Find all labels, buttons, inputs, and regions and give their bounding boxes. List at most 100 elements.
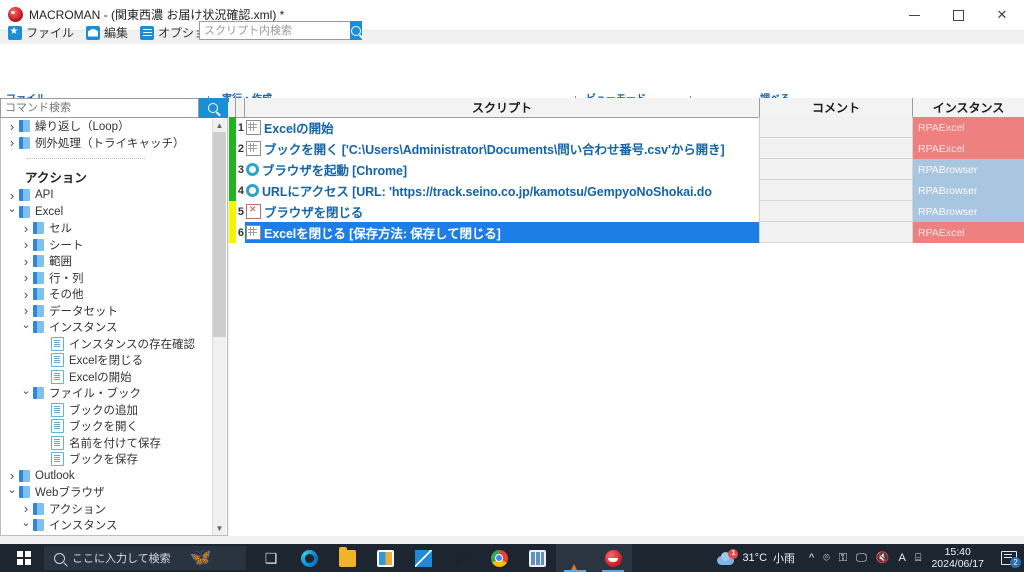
chevron-down-icon[interactable] (19, 388, 33, 399)
chevron-right-icon[interactable] (5, 189, 19, 202)
paint-button[interactable]: 🖌 (442, 544, 480, 572)
weather-widget[interactable]: 1 31°C 小雨 (716, 548, 795, 566)
chevron-right-icon[interactable] (19, 502, 33, 515)
chevron-right-icon[interactable] (5, 120, 19, 133)
script-search-button[interactable] (350, 21, 362, 40)
tree-node[interactable]: セル (1, 220, 215, 237)
scroll-thumb[interactable] (213, 132, 226, 337)
chevron-down-icon[interactable] (19, 322, 33, 333)
task-view-button[interactable]: ❑ (252, 544, 290, 572)
row-instance-cell[interactable]: RPAExcel (913, 117, 1024, 138)
start-button[interactable] (4, 544, 44, 572)
tree-node[interactable]: その他 (1, 286, 215, 303)
row-script-cell[interactable]: ブラウザを起動 [Chrome] (245, 159, 760, 180)
row-comment-cell[interactable] (760, 201, 913, 222)
chevron-right-icon[interactable] (5, 469, 19, 482)
display-icon[interactable]: 🖵 (856, 552, 867, 564)
row-instance-cell[interactable]: RPABrowser (913, 201, 1024, 222)
chevron-down-icon[interactable] (5, 487, 19, 498)
row-instance-cell[interactable]: RPAExcel (913, 222, 1024, 243)
ime-mode-icon[interactable]: A (898, 552, 905, 564)
tree-node[interactable]: Excel (1, 204, 215, 221)
row-instance-cell[interactable]: RPAExcel (913, 138, 1024, 159)
notification-center-button[interactable]: 2 (994, 544, 1024, 572)
table-row[interactable]: 5 ブラウザを閉じる RPABrowser (229, 201, 1024, 222)
chevron-down-icon[interactable] (19, 520, 33, 531)
tree-node[interactable]: インスタンス (1, 517, 215, 534)
volume-mute-icon[interactable]: 🔇 (876, 552, 890, 564)
script-grid-empty-area[interactable] (229, 243, 1024, 536)
chevron-right-icon[interactable] (19, 288, 33, 301)
row-comment-cell[interactable] (760, 159, 913, 180)
chevron-right-icon[interactable] (19, 304, 33, 317)
row-script-cell[interactable]: ブックを開く ['C:\Users\Administrator\Document… (245, 138, 760, 159)
scroll-up-arrow-icon[interactable]: ▲ (213, 119, 226, 132)
tree-node[interactable]: Outlook (1, 468, 215, 485)
close-button[interactable]: ✕ (980, 0, 1024, 30)
row-comment-cell[interactable] (760, 222, 913, 243)
menu-item-file[interactable]: ファイル (4, 22, 82, 43)
tree-node[interactable]: Excelを閉じる (1, 352, 215, 369)
tree-node[interactable]: API (1, 187, 215, 204)
taskbar-search-box[interactable]: ここに入力して検索 (44, 546, 246, 570)
tree-node[interactable]: アクション (1, 501, 215, 518)
grid-header-instance[interactable]: インスタンス (913, 98, 1024, 117)
command-search-box[interactable] (0, 98, 228, 118)
row-script-cell[interactable]: ブラウザを閉じる (245, 201, 760, 222)
tree-node[interactable]: 行・列 (1, 270, 215, 287)
row-instance-cell[interactable]: RPABrowser (913, 159, 1024, 180)
table-row[interactable]: 3 ブラウザを起動 [Chrome] RPABrowser (229, 159, 1024, 180)
macroman-taskbar-button[interactable] (594, 544, 632, 572)
tree-node[interactable]: ブックを保存 (1, 451, 215, 468)
tree-node[interactable]: 名前を付けて保存 (1, 435, 215, 452)
chevron-right-icon[interactable] (5, 136, 19, 149)
table-row[interactable]: 6 Excelを閉じる [保存方法: 保存して閉じる] RPAExcel (229, 222, 1024, 243)
chevron-down-icon[interactable] (5, 206, 19, 217)
vlc-button[interactable] (556, 544, 594, 572)
table-row[interactable]: 1 Excelの開始 RPAExcel (229, 117, 1024, 138)
tree-node[interactable]: インスタンス (1, 319, 215, 336)
chevron-right-icon[interactable] (19, 222, 33, 235)
row-comment-cell[interactable] (760, 138, 913, 159)
table-row[interactable]: 2 ブックを開く ['C:\Users\Administrator\Documen… (229, 138, 1024, 159)
row-instance-cell[interactable]: RPABrowser (913, 180, 1024, 201)
menu-item-edit[interactable]: 編集 (82, 22, 136, 43)
tree-node[interactable]: 繰り返し（Loop） (1, 118, 215, 135)
ime-tool-icon[interactable]: ⌸ (915, 552, 922, 564)
script-search-input[interactable] (199, 21, 350, 40)
microsoft-store-button[interactable] (366, 544, 404, 572)
chevron-right-icon[interactable] (19, 271, 33, 284)
tree-node[interactable]: インスタンスの存在確認 (1, 534, 215, 535)
maximize-button[interactable] (936, 0, 980, 30)
row-script-cell[interactable]: Excelの開始 (245, 117, 760, 138)
tree-node[interactable]: データセット (1, 303, 215, 320)
chevron-right-icon[interactable] (19, 238, 33, 251)
taskbar-clock[interactable]: 15:40 2024/06/17 (931, 546, 984, 570)
tree-node[interactable]: シート (1, 237, 215, 254)
tree-node[interactable]: ブックを開く (1, 418, 215, 435)
grid-header-comment[interactable]: コメント (760, 98, 913, 117)
row-comment-cell[interactable] (760, 117, 913, 138)
key-icon[interactable]: ⚿ (839, 552, 847, 564)
chrome-button[interactable] (480, 544, 518, 572)
table-row[interactable]: 4 URLにアクセス [URL: 'https://track.seino.co.… (229, 180, 1024, 201)
camera-icon[interactable]: ⌾ (823, 552, 830, 564)
tree-node[interactable]: 範囲 (1, 253, 215, 270)
tray-expand-icon[interactable]: ^ (809, 552, 814, 564)
tree-node[interactable]: 例外処理（トライキャッチ） (1, 135, 215, 152)
tree-node[interactable]: ブックの追加 (1, 402, 215, 419)
tree-node[interactable]: インスタンスの存在確認 (1, 336, 215, 353)
tree-scrollbar[interactable]: ▲ ▼ (212, 119, 226, 535)
calculator-button[interactable] (518, 544, 556, 572)
edge-button[interactable] (290, 544, 328, 572)
tree-node[interactable]: Webブラウザ (1, 484, 215, 501)
scroll-down-arrow-icon[interactable]: ▼ (213, 522, 226, 535)
command-search-input[interactable] (0, 98, 199, 118)
tree-node[interactable]: Excelの開始 (1, 369, 215, 386)
grid-header-script[interactable]: スクリプト (245, 98, 760, 117)
row-comment-cell[interactable] (760, 180, 913, 201)
row-script-cell[interactable]: Excelを閉じる [保存方法: 保存して閉じる] (245, 222, 760, 243)
script-search-box[interactable] (199, 21, 362, 40)
tree-node[interactable]: ファイル・ブック (1, 385, 215, 402)
chevron-right-icon[interactable] (19, 255, 33, 268)
